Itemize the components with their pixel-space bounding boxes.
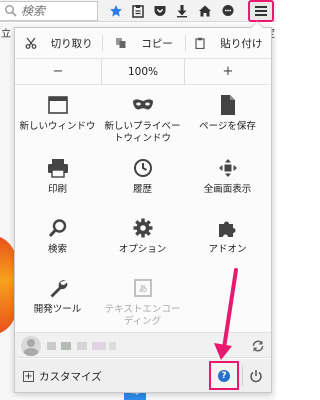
power-icon[interactable] — [249, 369, 263, 383]
menu-button[interactable] — [248, 0, 274, 22]
pocket-icon[interactable] — [152, 3, 168, 19]
redacted-name — [109, 342, 116, 350]
options-button[interactable]: オプション — [100, 209, 185, 269]
menu-icon — [255, 6, 267, 16]
bookmark-star-icon[interactable] — [108, 3, 124, 19]
paste-label: 貼り付け — [220, 37, 263, 50]
tile-label: アドオン — [208, 244, 247, 255]
redacted-name — [92, 342, 106, 350]
tile-label: 新しいウィンドウ — [19, 121, 96, 132]
copy-button[interactable]: コピー — [103, 28, 184, 59]
fullscreen-icon — [217, 157, 239, 179]
paste-button[interactable]: 貼り付け — [186, 28, 271, 59]
help-button[interactable]: ? — [209, 361, 239, 390]
save-page-button[interactable]: ページを保存 — [185, 86, 270, 146]
home-icon[interactable] — [197, 3, 213, 19]
tile-label: 新しいプライベー トウィンドウ — [104, 121, 181, 144]
tile-label: オプション — [118, 244, 167, 255]
customize-label: カスタマイズ — [39, 371, 102, 383]
redacted-name — [47, 342, 56, 350]
zoom-in-button[interactable]: + — [185, 59, 271, 85]
find-button[interactable]: 検索 — [15, 209, 100, 269]
private-window-button[interactable]: 新しいプライベー トウィンドウ — [100, 86, 185, 146]
divider — [242, 365, 243, 386]
menu-panel: 切り取り コピー 貼り付け − 100% + 新しいウィンドウ 新しいプライベー… — [14, 27, 272, 393]
zoom-controls: − 100% + — [15, 58, 271, 85]
menu-grid: 新しいウィンドウ 新しいプライベー トウィンドウ ページを保存 印刷 履歴 全画… — [15, 86, 271, 329]
fullscreen-button[interactable]: 全画面表示 — [185, 149, 270, 209]
redacted-name — [61, 342, 71, 350]
developer-tools-button[interactable]: 開発ツール — [15, 269, 100, 329]
text-encoding-icon: あ — [132, 277, 154, 299]
sync-icon[interactable] — [251, 339, 265, 353]
private-mask-icon — [132, 94, 154, 116]
new-window-button[interactable]: 新しいウィンドウ — [15, 86, 100, 146]
panel-arrow-inner — [251, 22, 263, 28]
panel-footer: + カスタマイズ ? — [15, 359, 271, 392]
download-icon[interactable] — [174, 3, 190, 19]
plus-icon: + — [23, 371, 34, 382]
tile-label: 検索 — [47, 244, 67, 255]
tile-label: 印刷 — [47, 184, 67, 195]
tile-label: テキストエンコー ディング — [104, 304, 181, 327]
tile-label: ページを保存 — [199, 121, 256, 132]
customize-button[interactable]: + カスタマイズ — [23, 369, 102, 384]
edit-controls: 切り取り コピー 貼り付け — [15, 28, 271, 59]
browser-toolbar — [0, 0, 276, 22]
search-input[interactable] — [21, 4, 91, 18]
text-encoding-button[interactable]: あ テキストエンコー ディング — [100, 269, 185, 329]
wrench-icon — [47, 277, 69, 299]
print-icon — [47, 157, 69, 179]
tile-label: 開発ツール — [33, 304, 82, 315]
search-bar[interactable] — [0, 1, 98, 21]
avatar — [21, 336, 41, 356]
cut-button[interactable]: 切り取り — [15, 28, 102, 59]
puzzle-icon — [217, 217, 239, 239]
page-left-strip — [0, 23, 14, 400]
gear-icon — [132, 217, 154, 239]
history-clock-icon — [132, 157, 154, 179]
svg-text:あ: あ — [138, 284, 147, 295]
redacted-name — [77, 342, 87, 350]
history-button[interactable]: 履歴 — [100, 149, 185, 209]
search-icon — [5, 5, 17, 17]
tile-label: 履歴 — [132, 184, 152, 195]
scissors-icon — [25, 37, 37, 49]
bookmarks-list-icon[interactable] — [130, 3, 146, 19]
chat-icon[interactable] — [220, 3, 236, 19]
save-page-icon — [217, 94, 239, 116]
sync-account-row[interactable] — [15, 332, 271, 358]
print-button[interactable]: 印刷 — [15, 149, 100, 209]
zoom-out-button[interactable]: − — [15, 59, 101, 85]
addons-button[interactable]: アドオン — [185, 209, 270, 269]
new-window-icon — [47, 94, 69, 116]
copy-icon — [116, 38, 126, 48]
cut-label: 切り取り — [50, 37, 93, 50]
page-left-text: 立 — [1, 29, 11, 40]
help-icon: ? — [218, 369, 230, 382]
copy-label: コピー — [141, 37, 173, 50]
paste-icon — [195, 37, 205, 49]
tile-label: 全画面表示 — [203, 184, 252, 195]
zoom-reset-button[interactable]: 100% — [101, 58, 185, 85]
search-icon — [47, 217, 69, 239]
